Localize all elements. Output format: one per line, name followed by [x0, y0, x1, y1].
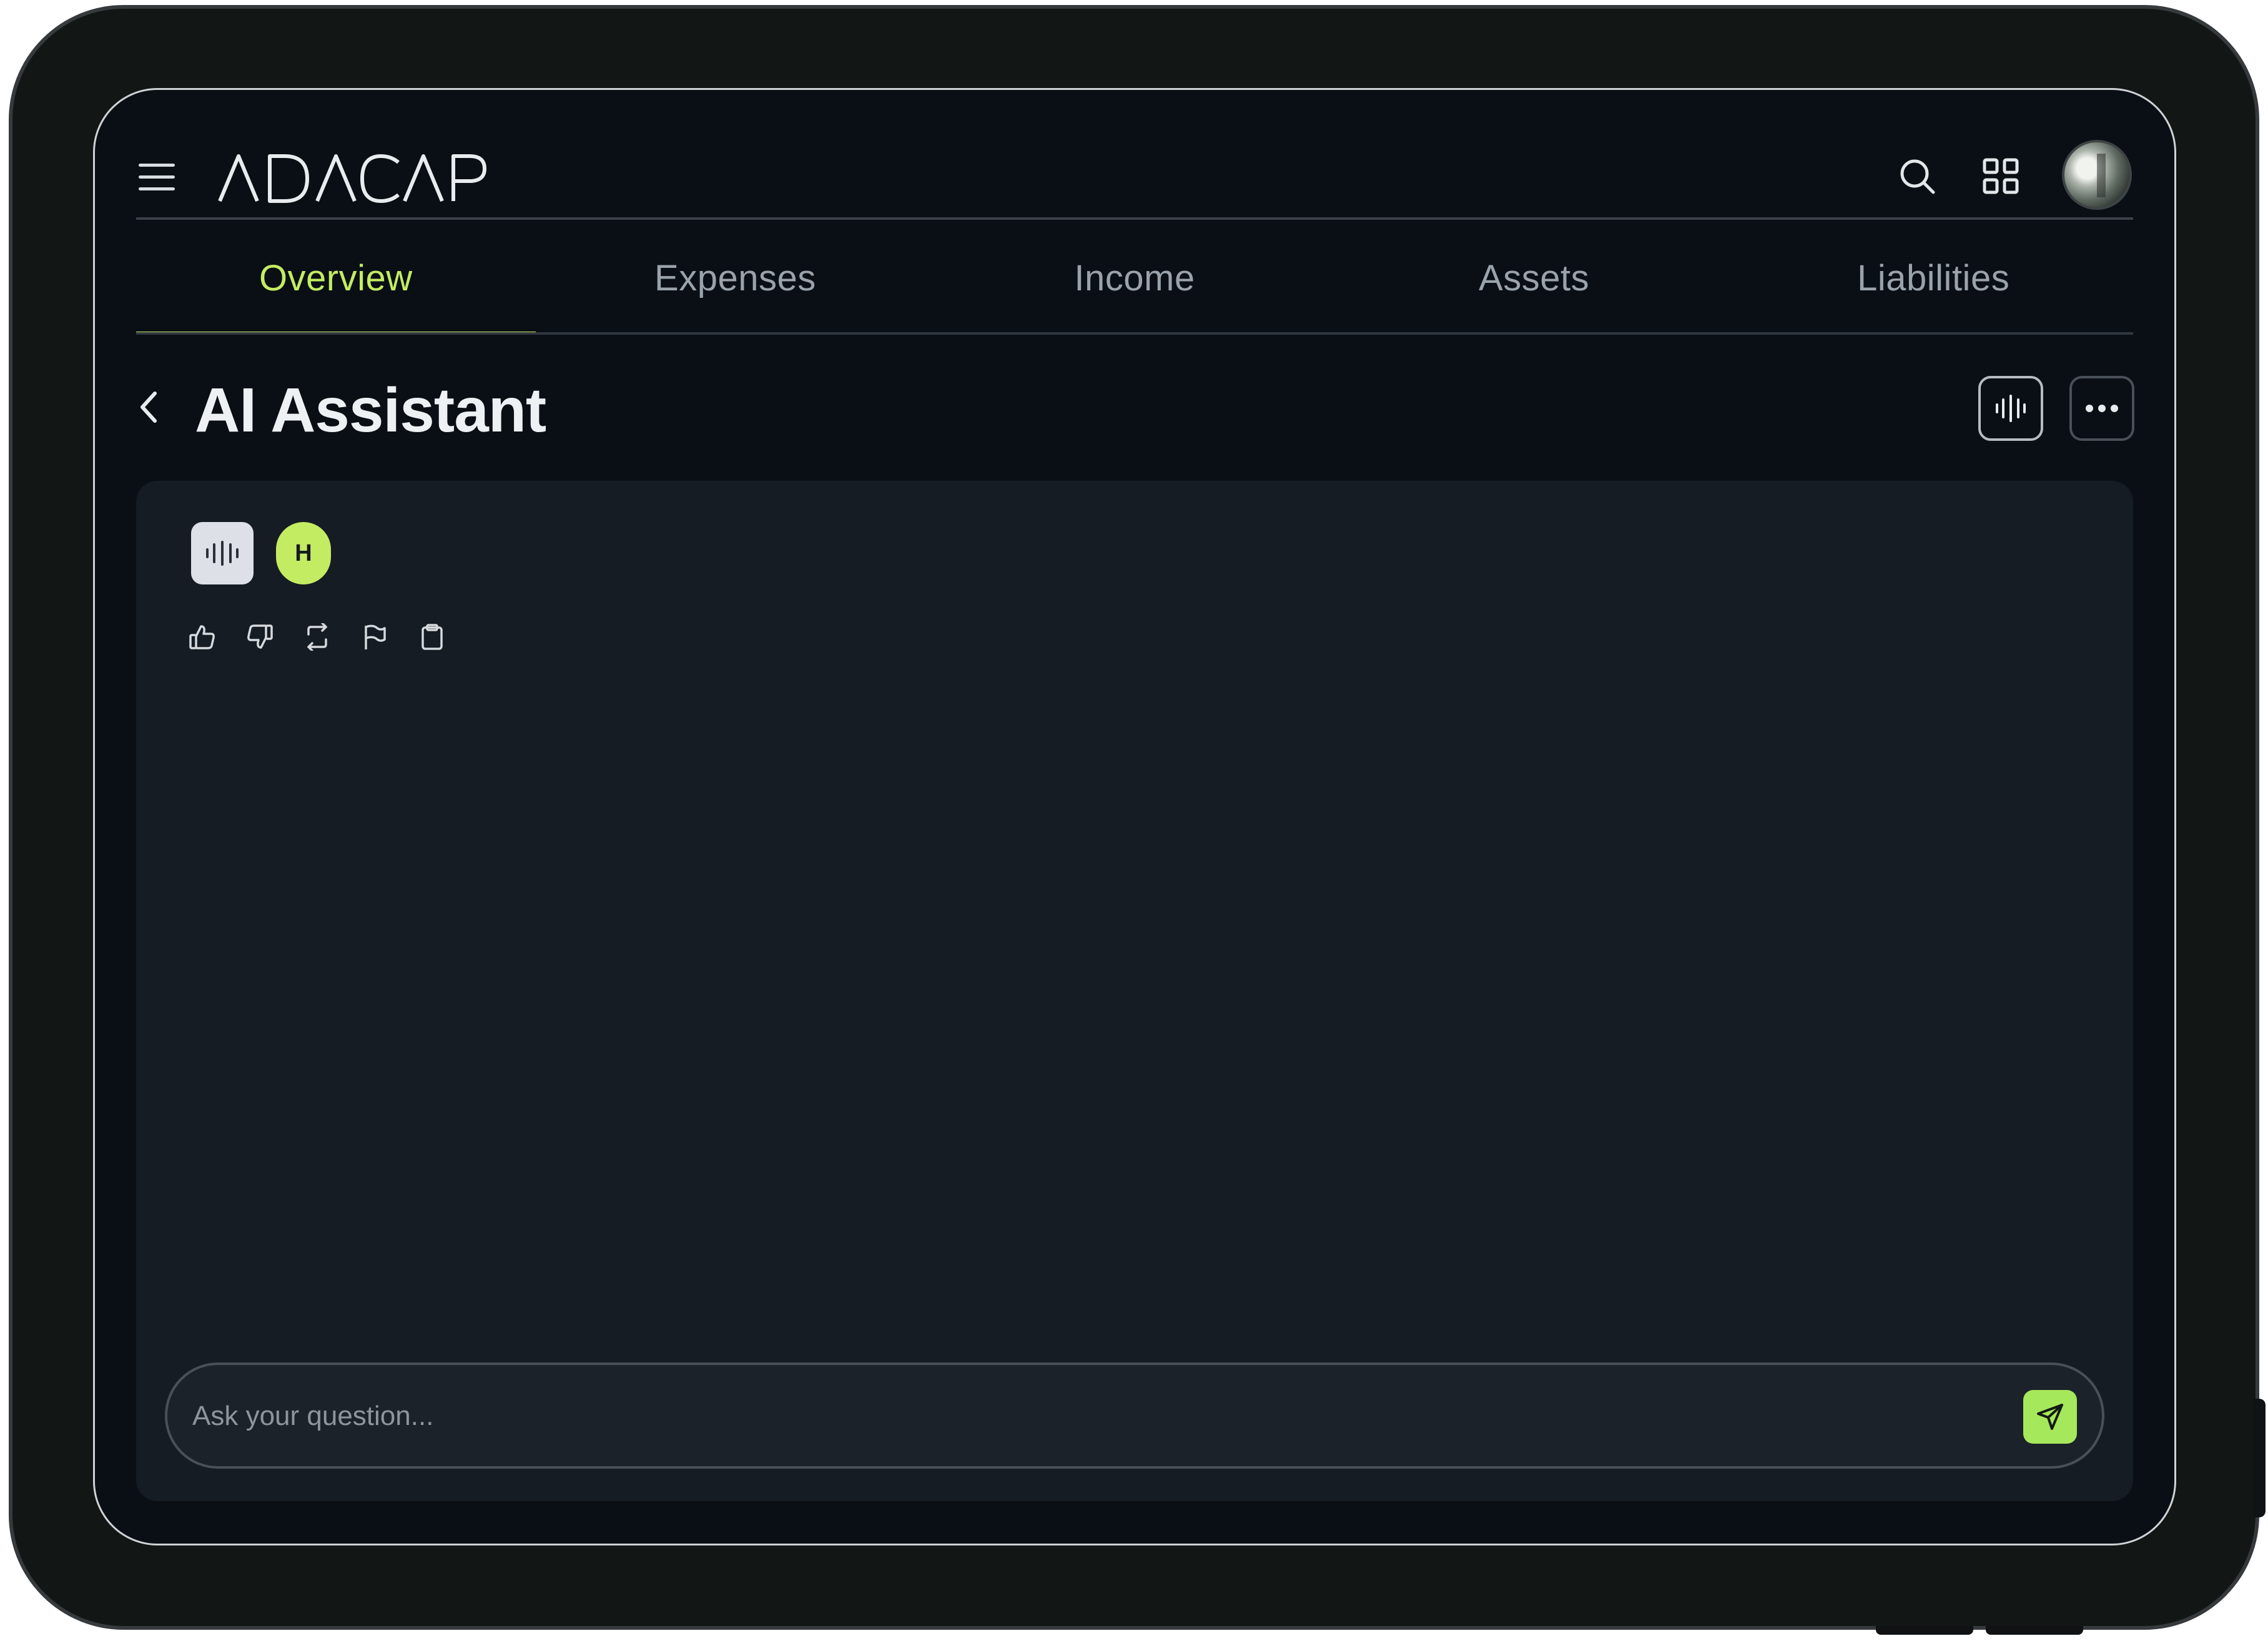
send-icon [2037, 1404, 2063, 1430]
question-input[interactable] [191, 1365, 1992, 1467]
adacap-logo [218, 154, 486, 203]
assistant-avatar [191, 522, 254, 584]
page-title: AI Assistant [195, 375, 546, 445]
header-divider [136, 217, 2133, 220]
flag-icon[interactable] [360, 622, 390, 652]
chat-panel: H [136, 481, 2133, 1501]
clipboard-icon[interactable] [417, 622, 447, 652]
more-options-button[interactable] [2069, 376, 2134, 441]
tab-liabilities[interactable]: Liabilities [1733, 221, 2133, 335]
user-initial-avatar: H [276, 522, 331, 584]
hamburger-icon[interactable] [139, 164, 175, 191]
waveform-icon [1996, 395, 2026, 422]
bottom-button-right [1986, 1626, 2083, 1635]
search-icon[interactable] [1893, 152, 1941, 200]
refresh-icon[interactable] [302, 622, 332, 652]
message-header: H [191, 522, 331, 584]
tab-expenses[interactable]: Expenses [536, 221, 935, 335]
grid-icon[interactable] [1977, 152, 2024, 200]
screen: ADACAP Overview Expenses Income Assets L… [95, 90, 2174, 1544]
voice-mode-button[interactable] [1978, 376, 2043, 441]
profile-avatar[interactable] [2062, 140, 2132, 210]
tab-income[interactable]: Income [935, 221, 1334, 335]
tab-overview[interactable]: Overview [136, 221, 536, 335]
tab-bar: Overview Expenses Income Assets Liabilit… [136, 221, 2133, 335]
thumbs-down-icon[interactable] [245, 622, 275, 652]
thumbs-up-icon[interactable] [187, 622, 217, 652]
send-button[interactable] [2023, 1390, 2077, 1444]
ellipsis-icon [2086, 405, 2118, 412]
tabs-divider [136, 332, 2133, 335]
logo: ADACAP [217, 149, 487, 209]
side-button [2253, 1399, 2266, 1517]
message-actions [187, 622, 447, 652]
bottom-button-left [1876, 1626, 1973, 1635]
waveform-icon [206, 541, 239, 566]
question-input-container [165, 1363, 2104, 1469]
chevron-left-icon[interactable] [131, 383, 166, 431]
tab-assets[interactable]: Assets [1334, 221, 1734, 335]
